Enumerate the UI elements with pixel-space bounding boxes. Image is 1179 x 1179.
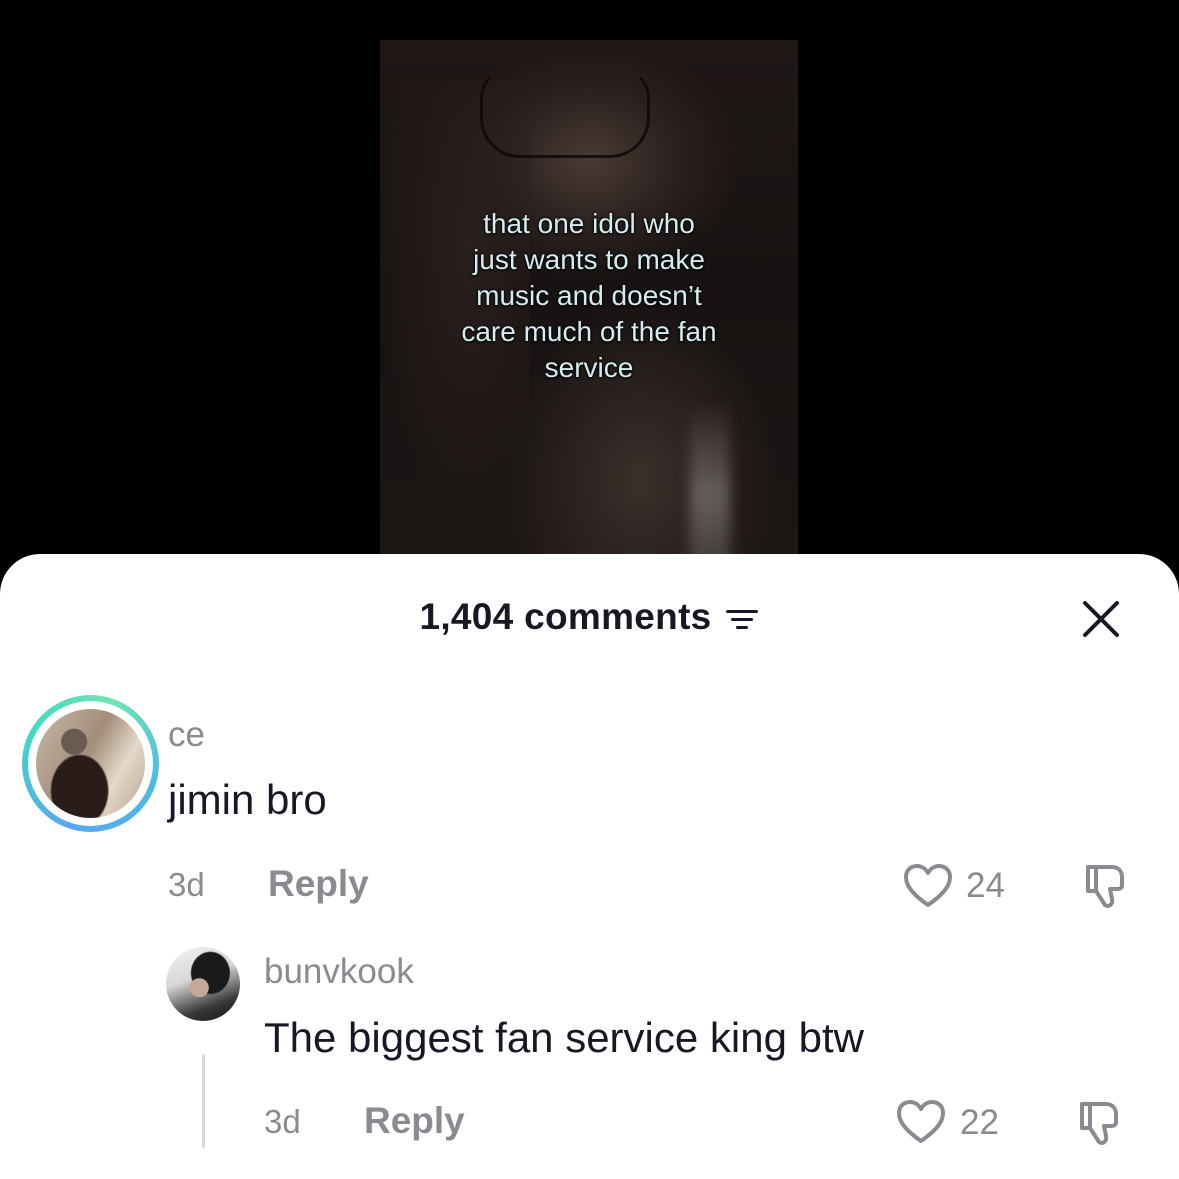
thumbs-down-icon[interactable] (1076, 1098, 1124, 1148)
comments-header: 1,404 comments (0, 594, 1179, 640)
comment-text: The biggest fan service king btw (264, 1014, 864, 1061)
avatar (36, 709, 145, 818)
close-x-icon (1083, 601, 1119, 637)
comments-sheet: 1,404 comments ce jimin bro 3d Reply 24 (0, 554, 1179, 1179)
video-caption: that one idol who just wants to make mus… (461, 208, 717, 383)
comment-text: jimin bro (168, 776, 327, 823)
avatar-story-ring[interactable] (22, 695, 159, 832)
reply-button[interactable]: Reply (268, 863, 369, 905)
like-count: 24 (966, 866, 1005, 905)
filter-lines-icon[interactable] (724, 606, 760, 632)
like-count: 22 (960, 1103, 999, 1142)
comment-time: 3d (264, 1103, 301, 1140)
comment-username[interactable]: bunvkook (264, 952, 414, 992)
heart-icon[interactable] (903, 863, 953, 909)
close-button[interactable] (1074, 592, 1128, 646)
reply-button[interactable]: Reply (364, 1100, 465, 1142)
comment-count: 1,404 comments (419, 596, 712, 637)
avatar[interactable] (166, 947, 240, 1021)
thread-line (202, 1054, 205, 1148)
screen: that one idol who just wants to make mus… (0, 0, 1179, 1179)
comment-time: 3d (168, 866, 205, 903)
comment-username[interactable]: ce (168, 715, 205, 755)
heart-icon[interactable] (896, 1099, 946, 1145)
thumbs-down-icon[interactable] (1082, 861, 1130, 911)
